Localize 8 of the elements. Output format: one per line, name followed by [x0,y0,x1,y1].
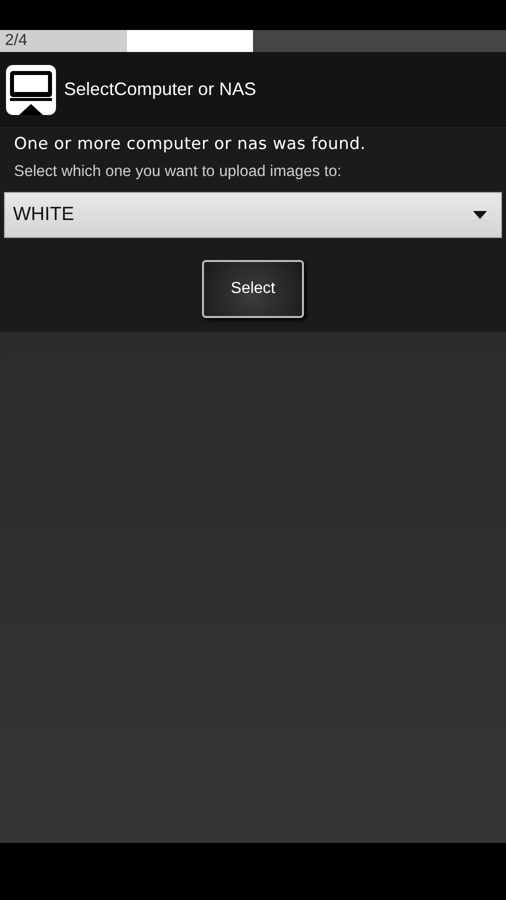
upload-prompt: Select which one you want to upload images to: [13,163,342,181]
select-button[interactable]: Select [202,260,304,318]
step-counter: 2/4 [5,32,28,50]
computer-upload-icon [6,64,56,114]
caret-icon [473,211,487,219]
header-title: SelectComputer or NAS [64,79,256,100]
found-message: One or more computer or nas was found. [13,134,367,153]
computer-dropdown[interactable]: WHITE [4,192,502,238]
